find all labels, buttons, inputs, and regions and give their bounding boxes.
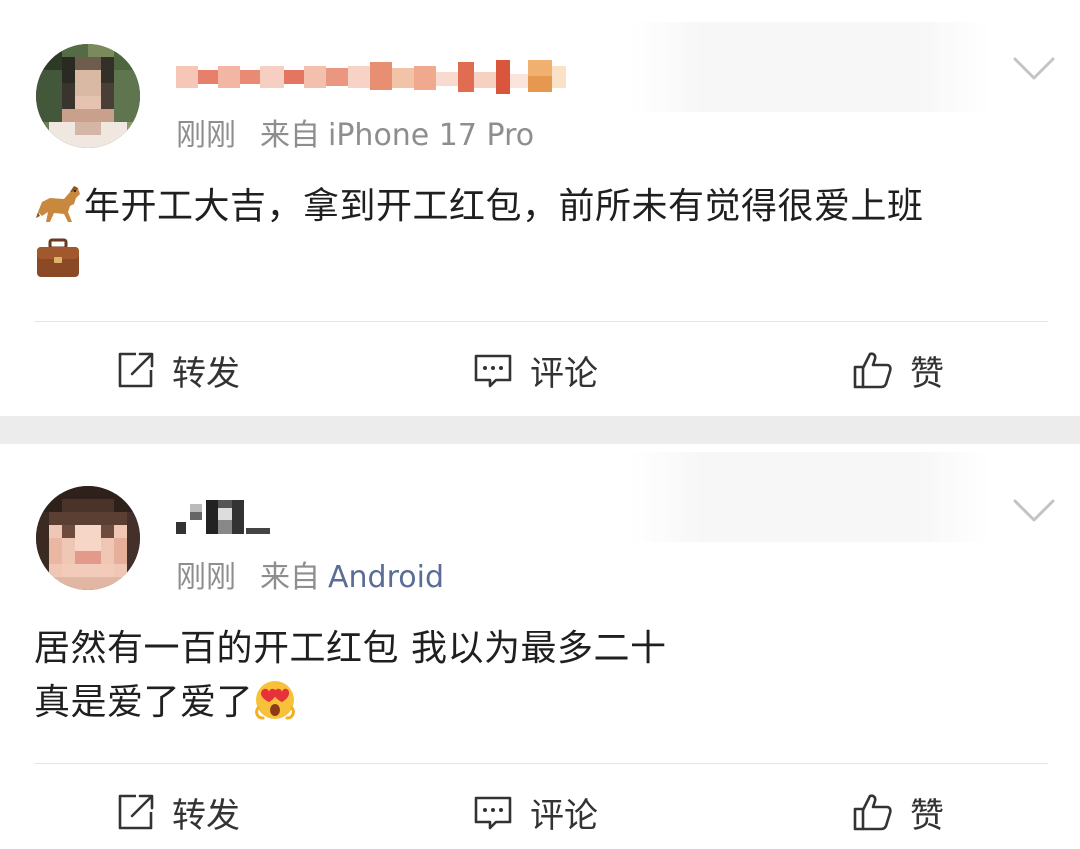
post-time: 刚刚 xyxy=(176,118,236,153)
feed-post[interactable]: 刚刚来自Android 居然有一百的开工红包 我以为最多二十 真是爱了爱了 xyxy=(0,444,1080,849)
repost-icon xyxy=(118,794,154,830)
repost-button[interactable]: 转发 xyxy=(114,782,240,842)
comment-icon xyxy=(474,354,512,388)
post-text-line-1: 居然有一百的开工红包 我以为最多二十 xyxy=(34,628,667,669)
action-divider xyxy=(34,321,1048,322)
like-button[interactable]: 赞 xyxy=(852,340,944,400)
action-bar: 转发 评论 赞 xyxy=(0,340,1080,400)
action-bar: 转发 评论 赞 xyxy=(0,782,1080,842)
horse-emoji-icon xyxy=(36,186,80,222)
repost-label: 转发 xyxy=(172,353,240,394)
comment-label: 评论 xyxy=(530,353,598,394)
thumbs-up-icon xyxy=(853,352,892,389)
source-prefix: 来自 xyxy=(260,560,320,595)
post-text-content: 年开工大吉，拿到开工红包，前所未有觉得很爱上班 xyxy=(84,186,924,227)
like-label: 赞 xyxy=(910,353,944,394)
like-button[interactable]: 赞 xyxy=(852,782,944,842)
briefcase-emoji-icon xyxy=(37,238,79,277)
username-mosaic[interactable] xyxy=(176,494,272,540)
post-text[interactable]: 居然有一百的开工红包 我以为最多二十 真是爱了爱了 xyxy=(34,622,1044,730)
username-mosaic[interactable] xyxy=(176,56,566,98)
post-source-link[interactable]: Android xyxy=(328,560,444,595)
avatar[interactable] xyxy=(36,44,140,148)
pixelated-avatar-image xyxy=(36,44,140,148)
comment-label: 评论 xyxy=(530,795,598,836)
chevron-down-icon[interactable] xyxy=(1012,498,1056,524)
comment-button[interactable]: 评论 xyxy=(472,340,598,400)
blurred-region xyxy=(630,22,990,112)
post-separator xyxy=(0,416,1080,444)
repost-label: 转发 xyxy=(172,795,240,836)
thumbs-up-icon xyxy=(853,794,892,831)
comment-icon xyxy=(474,796,512,830)
pixelated-avatar-image xyxy=(36,486,140,590)
action-divider xyxy=(34,763,1048,764)
avatar[interactable] xyxy=(36,486,140,590)
post-text-line-2: 真是爱了爱了 xyxy=(34,682,254,723)
post-meta: 刚刚 来自 Android xyxy=(176,560,444,596)
repost-button[interactable]: 转发 xyxy=(114,340,240,400)
weibo-feed: 刚刚 来自 iPhone 17 Pro 年开工大吉，拿到开工红包，前所未有觉得很爱上… xyxy=(0,0,1080,849)
post-meta: 刚刚 来自 iPhone 17 Pro xyxy=(176,118,534,154)
like-label: 赞 xyxy=(910,795,944,836)
post-source: iPhone 17 Pro xyxy=(328,118,535,153)
post-time: 刚刚 xyxy=(176,560,236,595)
comment-button[interactable]: 评论 xyxy=(472,782,598,842)
post-text[interactable]: 年开工大吉，拿到开工红包，前所未有觉得很爱上班 xyxy=(34,180,1044,288)
source-prefix: 来自 xyxy=(260,118,320,153)
blurred-region xyxy=(630,452,990,542)
chevron-down-icon[interactable] xyxy=(1012,56,1056,82)
heart-eyes-emoji-icon xyxy=(255,681,295,720)
feed-post[interactable]: 刚刚 来自 iPhone 17 Pro 年开工大吉，拿到开工红包，前所未有觉得很爱上… xyxy=(0,0,1080,416)
repost-icon xyxy=(118,352,154,388)
